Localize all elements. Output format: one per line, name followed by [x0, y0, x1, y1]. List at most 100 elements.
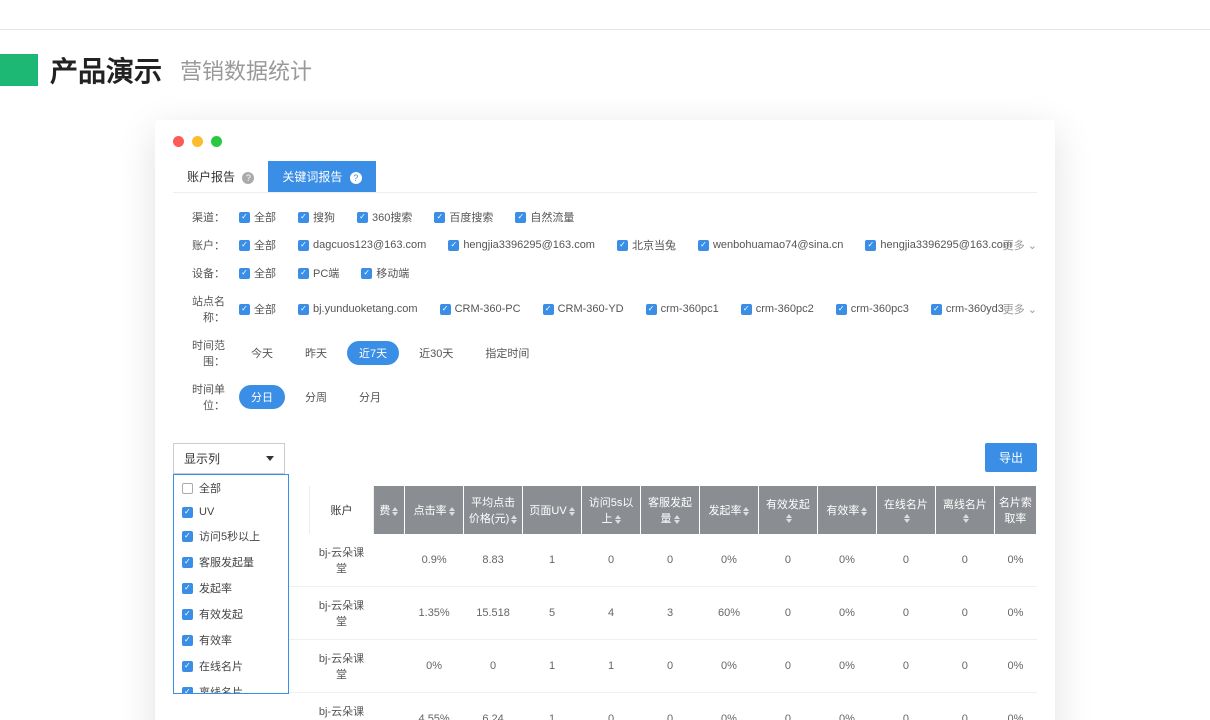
col-card-rate[interactable]: 名片索取率 — [994, 486, 1036, 534]
col-online-card[interactable]: 在线名片 — [876, 486, 935, 534]
checkbox-icon — [182, 507, 193, 518]
checkbox-site[interactable]: crm-360pc1 — [646, 303, 719, 315]
column-option[interactable]: 在线名片 — [174, 653, 288, 679]
time-range-option[interactable]: 指定时间 — [473, 341, 541, 365]
checkbox-icon — [182, 483, 193, 494]
checkbox-site[interactable]: crm-360pc3 — [836, 303, 909, 315]
column-option[interactable]: 全部 — [174, 475, 288, 501]
checkbox-account[interactable]: hengjia3396295@163.com — [448, 239, 595, 251]
checkbox-channel[interactable]: 360搜索 — [357, 209, 412, 225]
check-icon — [239, 268, 250, 279]
column-option[interactable]: 有效发起 — [174, 601, 288, 627]
checkbox-site[interactable]: crm-360yd3 — [931, 303, 1004, 315]
check-icon — [298, 212, 309, 223]
column-option[interactable]: 客服发起量 — [174, 549, 288, 575]
cell-ofc: 0 — [935, 534, 994, 587]
check-icon — [361, 268, 372, 279]
page-title: 产品演示 — [50, 50, 162, 90]
help-icon[interactable]: ? — [350, 172, 362, 184]
col-avg-price[interactable]: 平均点击价格(元) — [464, 486, 523, 534]
more-link[interactable]: 更多 ⌄ — [1003, 301, 1037, 317]
close-icon[interactable] — [173, 136, 184, 147]
cell-es: 0 — [758, 693, 817, 720]
column-option[interactable]: UV — [174, 501, 288, 523]
time-range-option[interactable]: 近30天 — [407, 341, 465, 365]
checkbox-account[interactable]: wenbohuamao74@sina.cn — [698, 239, 843, 251]
cell-consume — [373, 587, 405, 640]
time-range-option[interactable]: 昨天 — [293, 341, 339, 365]
check-icon — [617, 240, 628, 251]
check-icon — [298, 268, 309, 279]
check-icon — [434, 212, 445, 223]
checkbox-account[interactable]: dagcuos123@163.com — [298, 239, 426, 251]
checkbox-device[interactable]: 全部 — [239, 265, 276, 281]
checkbox-device[interactable]: PC端 — [298, 265, 339, 281]
filter-row-device: 设备： 全部 PC端 移动端 — [173, 259, 1037, 287]
checkbox-icon — [182, 635, 193, 646]
cell-account: bj-云朵课堂 — [310, 640, 373, 693]
checkbox-account[interactable]: 全部 — [239, 237, 276, 253]
tab-keyword-report[interactable]: 关键词报告 ? — [268, 161, 375, 192]
checkbox-channel[interactable]: 自然流量 — [515, 209, 574, 225]
column-picker-trigger[interactable]: 显示列 — [173, 443, 285, 474]
time-range-option[interactable]: 今天 — [239, 341, 285, 365]
cell-ctr: 1.35% — [405, 587, 464, 640]
checkbox-site[interactable]: CRM-360-PC — [440, 303, 521, 315]
column-option[interactable]: 有效率 — [174, 627, 288, 653]
sort-icon — [904, 514, 910, 523]
top-divider — [0, 0, 1210, 30]
cell-cr: 0% — [994, 693, 1036, 720]
checkbox-site[interactable]: crm-360pc2 — [741, 303, 814, 315]
checkbox-site[interactable]: CRM-360-YD — [543, 303, 624, 315]
check-icon — [298, 304, 309, 315]
checkbox-account[interactable]: hengjia3396295@163.com — [865, 239, 1012, 251]
col-kefu[interactable]: 客服发起量 — [641, 486, 700, 534]
tab-account-report[interactable]: 账户报告 ? — [173, 161, 268, 192]
check-icon — [448, 240, 459, 251]
check-icon — [646, 304, 657, 315]
check-icon — [741, 304, 752, 315]
cell-ofc: 0 — [935, 587, 994, 640]
col-account[interactable]: 账户 — [310, 486, 373, 534]
time-unit-option-selected[interactable]: 分日 — [239, 385, 285, 409]
column-picker: 显示列 全部 UV 访问5秒以上 客服发起量 发起率 有效发起 有效率 在线名片… — [173, 443, 285, 474]
time-unit-option[interactable]: 分月 — [347, 385, 393, 409]
more-link[interactable]: 更多 ⌄ — [1003, 237, 1037, 253]
cell-rate: 0% — [699, 534, 758, 587]
checkbox-site[interactable]: 全部 — [239, 301, 276, 317]
check-icon — [239, 240, 250, 251]
checkbox-device[interactable]: 移动端 — [361, 265, 409, 281]
col-eff-start[interactable]: 有效发起 — [758, 486, 817, 534]
traffic-lights — [173, 136, 1037, 147]
help-icon[interactable]: ? — [242, 172, 254, 184]
col-page-uv[interactable]: 页面UV — [523, 486, 582, 534]
checkbox-icon — [182, 661, 193, 672]
minimize-icon[interactable] — [192, 136, 203, 147]
col-offline-card[interactable]: 离线名片 — [935, 486, 994, 534]
table-toolbar: 显示列 全部 UV 访问5秒以上 客服发起量 发起率 有效发起 有效率 在线名片… — [173, 443, 1037, 474]
cell-oc: 0 — [876, 640, 935, 693]
maximize-icon[interactable] — [211, 136, 222, 147]
col-eff-rate[interactable]: 有效率 — [817, 486, 876, 534]
time-range-option-selected[interactable]: 近7天 — [347, 341, 399, 365]
cell-price: 0 — [464, 640, 523, 693]
col-visit5s[interactable]: 访问5s以上 — [582, 486, 641, 534]
time-unit-option[interactable]: 分周 — [293, 385, 339, 409]
app-window: 账户报告 ? 关键词报告 ? 渠道： 全部 搜狗 360搜索 百度搜索 自然流量… — [155, 120, 1055, 720]
checkbox-site[interactable]: bj.yunduoketang.com — [298, 303, 418, 315]
column-option[interactable]: 离线名片 — [174, 679, 288, 694]
column-option[interactable]: 访问5秒以上 — [174, 523, 288, 549]
checkbox-channel[interactable]: 搜狗 — [298, 209, 335, 225]
col-ctr[interactable]: 点击率 — [405, 486, 464, 534]
page-title-row: 产品演示 营销数据统计 — [0, 30, 1210, 120]
cell-consume — [373, 534, 405, 587]
check-icon — [515, 212, 526, 223]
col-rate[interactable]: 发起率 — [699, 486, 758, 534]
checkbox-account[interactable]: 北京当兔 — [617, 237, 676, 253]
export-button[interactable]: 导出 — [985, 443, 1037, 472]
col-consume[interactable]: 费 — [373, 486, 405, 534]
table-row: bj-云朵课堂0%01100%00%000% — [173, 640, 1037, 693]
column-option[interactable]: 发起率 — [174, 575, 288, 601]
checkbox-channel[interactable]: 百度搜索 — [434, 209, 493, 225]
checkbox-channel[interactable]: 全部 — [239, 209, 276, 225]
